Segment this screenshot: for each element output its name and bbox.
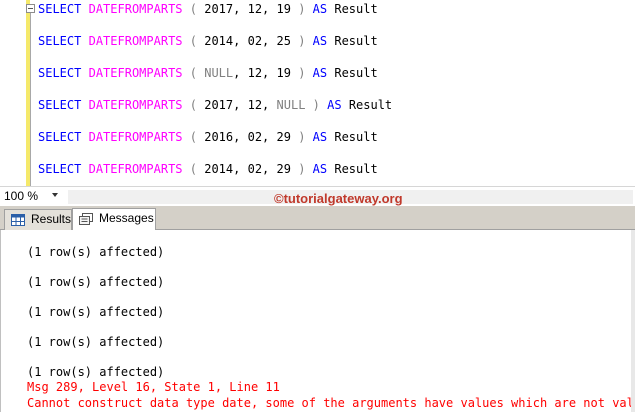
comma: , [262,34,270,48]
function-name: DATEFROMPARTS [88,98,183,112]
alias-name: Result [334,34,378,48]
open-paren: ( [189,162,197,176]
code-line[interactable]: SELECT DATEFROMPARTS ( NULL, 12, 19 ) AS… [38,65,378,81]
comma: , [233,66,241,80]
arg-day: 25 [276,34,291,48]
close-paren: ) [298,66,306,80]
arg-month: 12 [247,66,263,80]
message-line: (1 row(s) affected) [27,365,165,379]
select-keyword: SELECT [38,2,82,16]
arg-day: 19 [276,2,291,16]
alias-name: Result [334,130,378,144]
code-line[interactable]: SELECT DATEFROMPARTS ( 2014, 02, 25 ) AS… [38,33,378,49]
close-paren: ) [298,34,306,48]
open-paren: ( [189,130,197,144]
tab-messages-label: Messages [99,211,154,225]
code-line[interactable]: SELECT DATEFROMPARTS ( 2014, 02, 29 ) AS… [38,161,378,177]
function-name: DATEFROMPARTS [88,2,183,16]
select-keyword: SELECT [38,34,82,48]
alias-name: Result [348,98,393,112]
tab-messages[interactable]: Messages [72,208,156,231]
arg-month: 02 [247,130,263,144]
open-paren: ( [189,2,197,16]
tab-results-label: Results [31,212,72,226]
select-keyword: SELECT [38,162,82,176]
error-text: Cannot construct data type date, some of… [27,396,635,410]
arg-month: 02 [247,34,263,48]
error-header: Msg 289, Level 16, State 1, Line 11 [27,380,280,394]
comma: , [262,130,270,144]
function-name: DATEFROMPARTS [88,130,183,144]
function-name: DATEFROMPARTS [88,34,183,48]
messages-icon [79,213,93,225]
alias-name: Result [334,2,378,16]
select-keyword: SELECT [38,98,82,112]
code-line[interactable]: SELECT DATEFROMPARTS ( 2017, 12, 19 ) AS… [38,1,378,17]
arg-day: 19 [276,66,291,80]
arg-month: 12 [247,98,263,112]
alias-name: Result [334,162,378,176]
comma: , [233,2,241,16]
close-paren: ) [298,2,306,16]
function-name: DATEFROMPARTS [88,162,183,176]
arg-year: 2016 [204,130,234,144]
as-keyword: AS [327,98,342,112]
tab-results[interactable]: Results [4,209,72,230]
as-keyword: AS [312,34,328,48]
message-line: (1 row(s) affected) [27,275,165,289]
code-line[interactable]: SELECT DATEFROMPARTS ( 2017, 12, NULL ) … [38,97,392,113]
as-keyword: AS [312,2,328,16]
messages-pane[interactable]: (1 row(s) affected) (1 row(s) affected) … [0,230,635,412]
editor-gutter [0,0,28,186]
comma: , [262,2,270,16]
open-paren: ( [189,98,197,112]
message-line: (1 row(s) affected) [27,245,165,259]
arg-year: 2014 [204,162,234,176]
vertical-scrollbar[interactable] [631,230,635,412]
as-keyword: AS [312,130,328,144]
as-keyword: AS [312,162,328,176]
comma: , [233,98,241,112]
arg-year: 2017 [204,2,234,16]
arg-day: 29 [276,130,291,144]
arg-month: 02 [247,162,263,176]
as-keyword: AS [312,66,328,80]
chevron-down-icon[interactable] [52,193,58,197]
close-paren: ) [312,98,320,112]
comma: , [262,98,270,112]
comma: , [233,162,241,176]
collapse-minus-icon[interactable] [26,4,35,13]
arg-year: NULL [204,66,234,80]
watermark: ©tutorialgateway.org [274,191,403,206]
message-line: (1 row(s) affected) [27,305,165,319]
arg-year: 2017 [204,98,234,112]
arg-day: 29 [276,162,291,176]
close-paren: ) [298,130,306,144]
select-keyword: SELECT [38,66,82,80]
code-line[interactable]: SELECT DATEFROMPARTS ( 2016, 02, 29 ) AS… [38,129,378,145]
arg-day: NULL [276,98,306,112]
comma: , [262,66,270,80]
function-name: DATEFROMPARTS [88,66,183,80]
outline-line [30,12,31,186]
arg-year: 2014 [204,34,234,48]
message-line: (1 row(s) affected) [27,335,165,349]
results-tabbar: Results Messages [0,206,635,231]
query-editor[interactable]: SELECT DATEFROMPARTS ( 2017, 12, 19 ) AS… [0,0,635,186]
arg-month: 12 [247,2,263,16]
close-paren: ) [298,162,306,176]
comma: , [262,162,270,176]
grid-icon [11,214,25,226]
open-paren: ( [189,34,197,48]
zoom-level: 100 % [4,189,39,203]
open-paren: ( [189,66,197,80]
alias-name: Result [334,66,378,80]
comma: , [233,34,241,48]
comma: , [233,130,241,144]
select-keyword: SELECT [38,130,82,144]
